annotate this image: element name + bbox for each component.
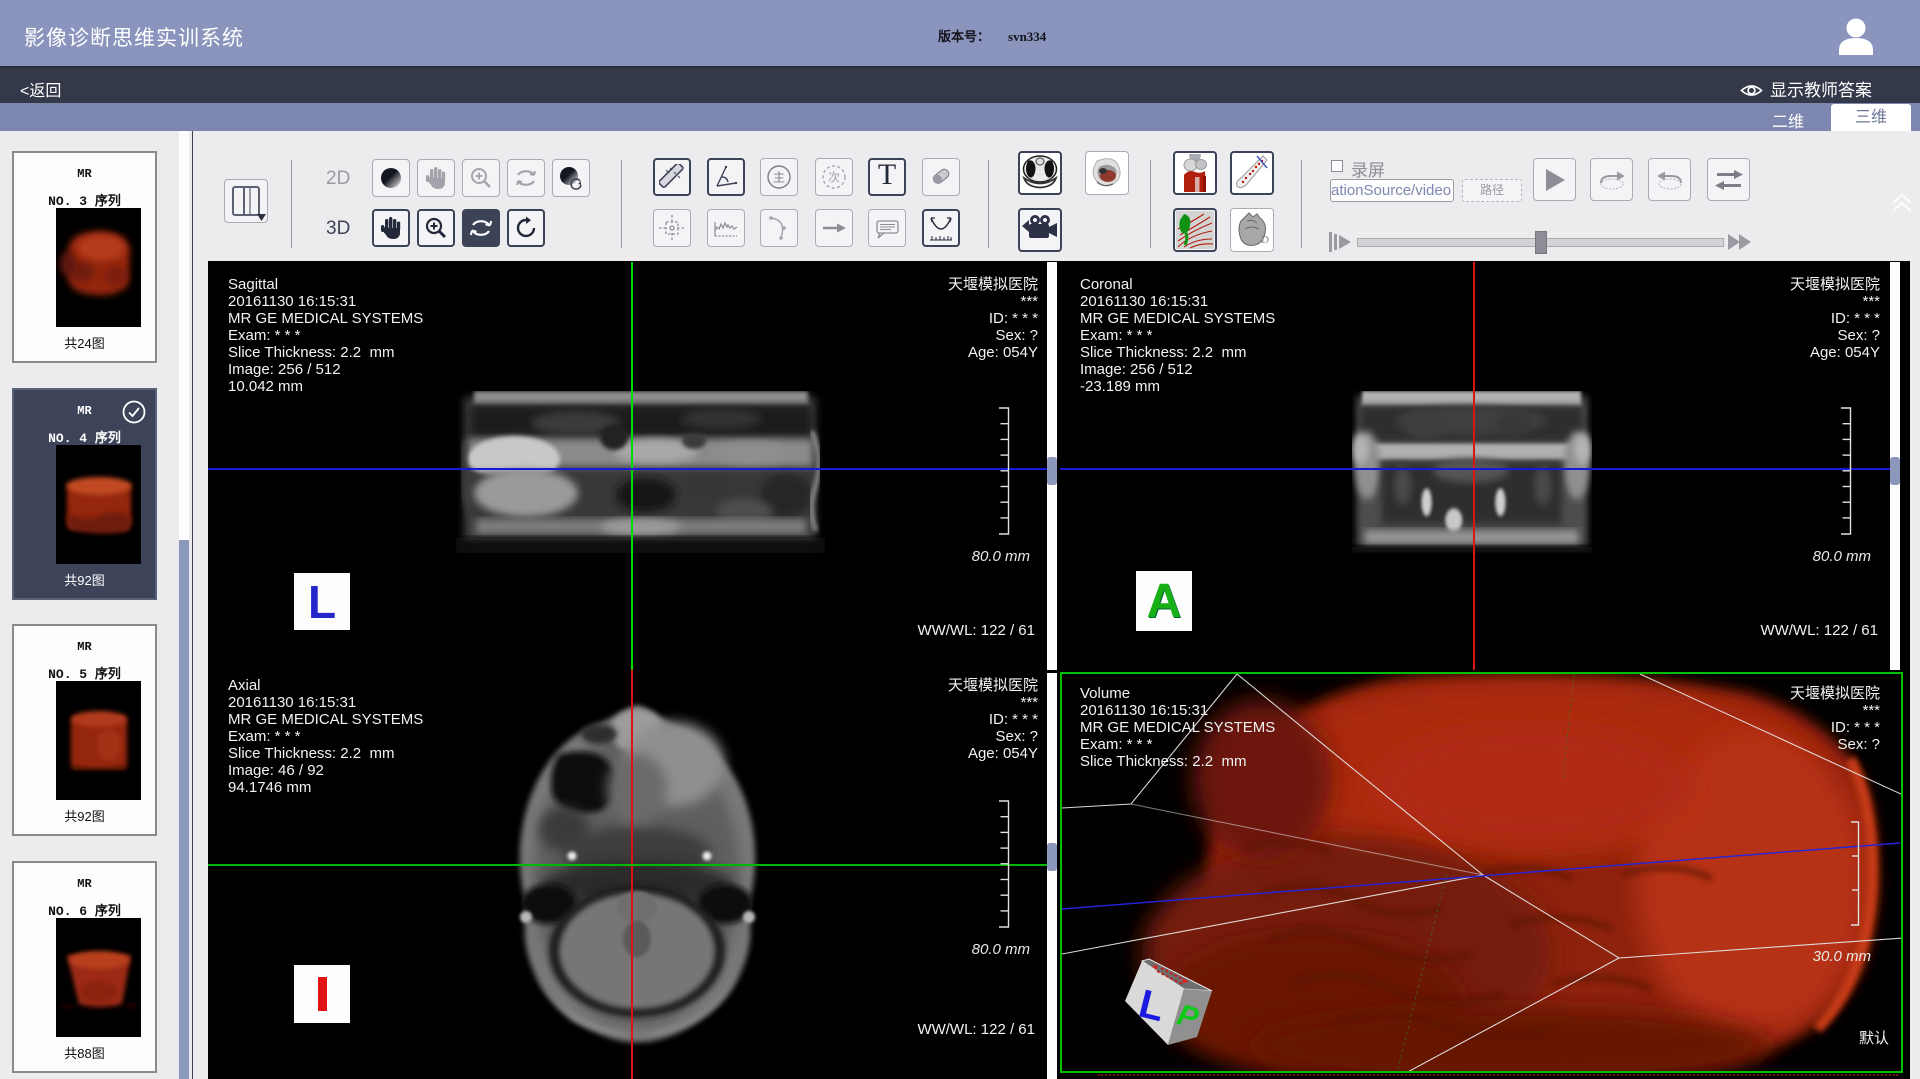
svg-text:主: 主 xyxy=(773,171,785,185)
svg-text:次: 次 xyxy=(828,171,840,185)
svg-text:D: D xyxy=(1261,234,1269,246)
